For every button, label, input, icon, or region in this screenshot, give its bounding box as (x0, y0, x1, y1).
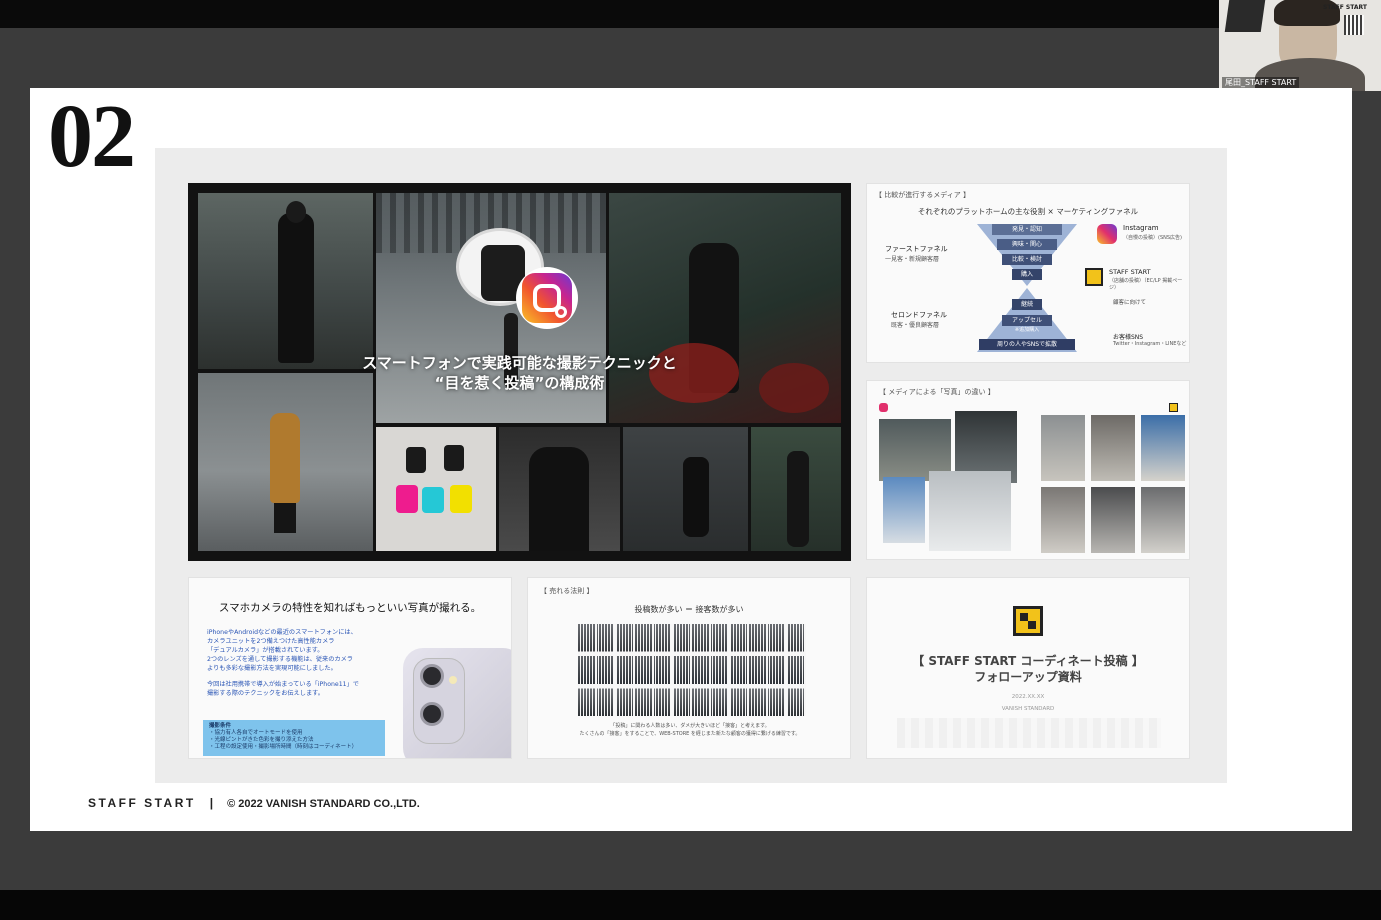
staffstart-logo-icon (1085, 268, 1103, 286)
sales-card-header: 【 売れる法則 】 (540, 587, 594, 595)
photo-man-standing (751, 427, 841, 551)
media-grid-photo-6 (1141, 487, 1185, 553)
participant-video-tile[interactable]: STAFF START 尾田_STAFF START (1219, 0, 1381, 91)
funnel-left-top: ファーストファネル (885, 245, 948, 253)
media-card-header: 【 メディアによる「写真」の違い 】 (879, 388, 995, 396)
funnel-stage-6: アップセル (1002, 315, 1052, 326)
hero-title-line2: “目を惹く投稿”の構成術 (434, 374, 605, 392)
followup-sub-line2: VANISH STANDARD (1001, 706, 1055, 712)
presentation-slide: 02 スマートフォンで実践可能な撮影テクニックと “目を惹く投稿”の構成術 【 … (30, 88, 1352, 831)
smartphone-body-line2: カメラユニットを2つ備えつけた高性能カメラ (207, 638, 335, 645)
card-followup: 【 STAFF START コーディネート投稿 】 フォローアップ資料 2022… (866, 577, 1190, 759)
background-sign (1224, 0, 1266, 32)
iphone-back-image (403, 648, 511, 758)
funnel-right-staffstart: STAFF START (1109, 268, 1151, 276)
funnel-left-bottom: セロンドファネル (891, 311, 947, 319)
funnel-right-instagram-sub: （自慢の投稿）(SNS広告) (1123, 235, 1182, 241)
card-marketing-funnel: 【 比較が進行するメディア 】 それぞれのプラットホームの主な役割 × マーケテ… (866, 183, 1190, 363)
footer-brand: STAFF START (88, 796, 196, 810)
city-skyline-graphic (897, 718, 1161, 748)
smartphone-body-line5: よりも多彩な撮影方法を実現可能にしました。 (207, 665, 337, 672)
instagram-tiny-icon (879, 403, 888, 412)
media-grid-photo-2 (1091, 415, 1135, 481)
staffstart-tiny-icon (1169, 403, 1178, 412)
funnel-card-header: 【 比較が進行するメディア 】 (875, 191, 970, 199)
instagram-small-icon (1097, 224, 1117, 244)
photo-man-dark-jacket (499, 427, 620, 551)
funnel-right-staffstart-sub: （店舗の投稿）（EC/LP 掲載ページ） (1109, 278, 1183, 291)
followup-title-line1: 【 STAFF START コーディネート投稿 】 (912, 654, 1144, 668)
media-grid-photo-5 (1091, 487, 1135, 553)
staffstart-logo-large-icon (1013, 606, 1043, 636)
funnel-left-bottom-sub: 既客・優良顧客層 (891, 322, 940, 329)
followup-title-line2: フォローアップ資料 (974, 670, 1082, 684)
sales-note-line1: 「投稿」に関わる人数は多い、ダメが大きいほど「接客」と考えます。 (610, 723, 770, 729)
funnel-right-instagram: Instagram (1123, 224, 1159, 232)
photo-man-sitting (623, 427, 748, 551)
qr-code-icon (1344, 15, 1364, 35)
footer-copyright: © 2022 VANISH STANDARD CO.,LTD. (227, 798, 420, 810)
funnel-stage-4: 購入 (1012, 269, 1042, 280)
funnel-right-note: 顧客に向けて (1113, 300, 1147, 306)
funnel-right-bottom-sub: Twitter・Instagram・LINEなど (1113, 341, 1187, 347)
funnel-stage-1: 発見・認知 (992, 224, 1062, 235)
slide-number: 02 (48, 87, 136, 186)
card-smartphone-camera: スマホカメラの特性を知ればもっといい写真が撮れる。 iPhoneやAndroid… (188, 577, 512, 759)
funnel-card-title: それぞれのプラットホームの主な役割 × マーケティングファネル (917, 207, 1139, 216)
media-photo-3 (883, 477, 925, 543)
card-sales-law: 【 売れる法則 】 投稿数が多い ＝ 接客数が多い 「投稿」に関わる人数は多い、… (527, 577, 851, 759)
funnel-left-top-sub: 一見客・新規顧客層 (885, 256, 940, 263)
hero-collage: スマートフォンで実践可能な撮影テクニックと “目を惹く投稿”の構成術 (188, 183, 851, 561)
funnel-stage-5: 継続 (1012, 299, 1042, 310)
photo-woman-yellow-coat (198, 373, 373, 551)
media-photo-4 (929, 471, 1011, 551)
media-grid-photo-1 (1041, 415, 1085, 481)
smartphone-body-line6: 今回は社用携帯で導入が始まっている「iPhone11」で (207, 681, 359, 688)
sales-card-notes: 「投稿」に関わる人数は多い、ダメが大きいほど「接客」と考えます。 たくさんの「接… (540, 722, 840, 738)
smartphone-body-line3: 「デュアルカメラ」が搭載されています。 (207, 647, 324, 654)
conditions-line3: ・工程の設定使用・撮影場所時間（時刻はコーディネート） (209, 744, 358, 750)
hero-title-line1: スマートフォンで実践可能な撮影テクニックと (362, 354, 677, 372)
sales-card-title: 投稿数が多い ＝ 接客数が多い (634, 605, 744, 614)
slide-footer: STAFF START | © 2022 VANISH STANDARD CO.,L… (88, 796, 420, 810)
media-grid-photo-3 (1141, 415, 1185, 481)
smartphone-card-title: スマホカメラの特性を知ればもっといい写真が撮れる。 (218, 602, 482, 614)
meeting-bottom-bar (0, 890, 1381, 920)
smartphone-body-line7: 撮影する際のテクニックをお伝えします。 (207, 690, 324, 697)
meeting-top-bar (0, 0, 1381, 28)
funnel-stage-3: 比較・検討 (1002, 254, 1052, 265)
card-media-photos: 【 メディアによる「写真」の違い 】 (866, 380, 1190, 560)
smartphone-body-line1: iPhoneやAndroidなどの最近のスマートフォンには、 (207, 629, 357, 636)
conditions-title: 撮影条件 (209, 723, 232, 729)
smartphone-body: iPhoneやAndroidなどの最近のスマートフォンには、 カメラユニットを2… (207, 628, 359, 698)
photo-woman-coat (198, 193, 373, 369)
photo-colored-bags (376, 427, 496, 551)
outfit-thumbnail-grid (578, 624, 806, 716)
media-grid-photo-4 (1041, 487, 1085, 553)
funnel-stage-2: 興味・関心 (997, 239, 1057, 250)
footer-separator: | (209, 796, 214, 810)
funnel-stage-sub: ※追加購入 (1014, 327, 1040, 333)
conditions-line1: ・協力有人各自でオートモードを使用 (209, 730, 303, 736)
conditions-line2: ・光線ピントがきた色彩を撮り添えた方法 (209, 737, 314, 743)
participant-name-label: 尾田_STAFF START (1222, 77, 1300, 88)
video-brand-badge: STAFF START (1323, 4, 1367, 11)
followup-sub-line1: 2022.XX.XX (1011, 694, 1045, 700)
smartphone-body-line4: 2つのレンズを通して撮影する機能は、従来のカメラ (207, 656, 353, 663)
shooting-conditions-box: 撮影条件 ・協力有人各自でオートモードを使用 ・光線ピントがきた色彩を撮り添えた… (203, 720, 385, 756)
sales-note-line2: たくさんの「接客」をすることで、WEB-STORE を経じまた新たな顧客の獲得に… (579, 731, 801, 737)
instagram-icon (516, 267, 578, 329)
funnel-stage-7: 周りの人やSNSで拡散 (979, 339, 1075, 350)
